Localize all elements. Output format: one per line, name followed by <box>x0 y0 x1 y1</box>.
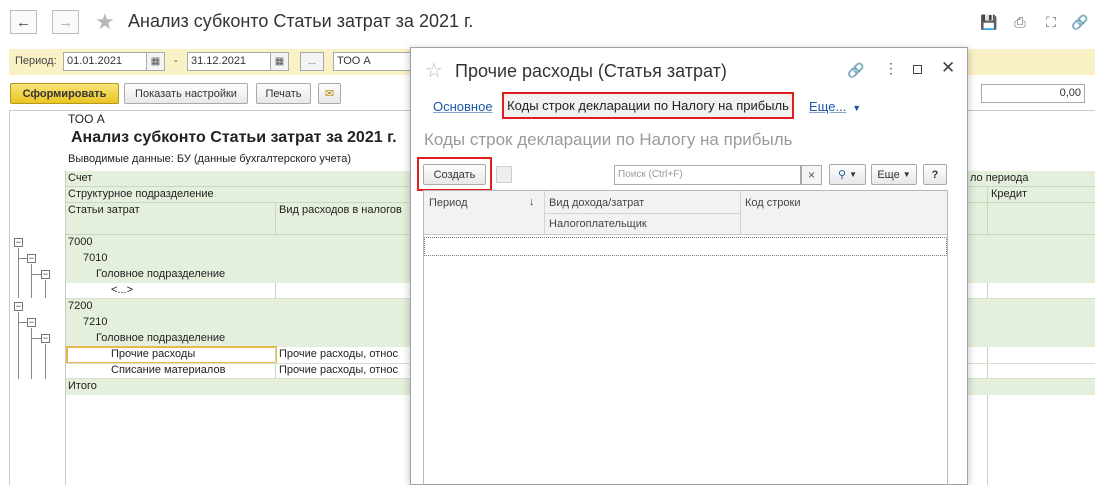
tree-line <box>31 338 41 339</box>
date-to-field[interactable]: 31.12.2021 <box>187 52 271 71</box>
dialog-title: Прочие расходы (Статья затрат) <box>455 61 727 81</box>
period-dash: - <box>174 55 178 67</box>
tab-more-label: Еще... <box>809 99 847 114</box>
tree-line <box>31 264 32 298</box>
collapse-7200-icon[interactable]: − <box>14 302 23 311</box>
create-button[interactable]: Создать <box>423 164 486 185</box>
more-vertical-icon[interactable]: ⋮ <box>884 60 898 77</box>
report-org: ТОО А <box>68 112 105 126</box>
chevron-down-icon: ▼ <box>852 103 862 113</box>
star-icon[interactable]: ☆ <box>425 58 443 83</box>
save-icon[interactable]: 💾 <box>980 13 998 31</box>
tree-line <box>45 280 46 298</box>
organization-field[interactable]: ТОО А <box>333 52 413 71</box>
row-placeholder-label: <...> <box>111 284 134 296</box>
send-email-button[interactable]: ✉ <box>318 83 341 104</box>
cell-separator <box>275 283 276 299</box>
row-other-expenses-type: Прочие расходы, относ <box>279 348 398 360</box>
tree-line <box>31 328 32 379</box>
cost-item-dialog: ☆ Прочие расходы (Статья затрат) 🔗 ⋮ ✕ О… <box>410 47 968 485</box>
search-icon: ⚲ <box>838 169 847 181</box>
collapse-7010-icon[interactable]: − <box>27 254 36 263</box>
page-title: Анализ субконто Статьи затрат за 2021 г. <box>128 11 474 31</box>
more-button-label: Еще <box>877 168 900 181</box>
collapse-7000-icon[interactable]: − <box>14 238 23 247</box>
column-line-code[interactable]: Код строки <box>745 197 801 209</box>
forward-arrow-icon: → <box>58 13 73 31</box>
row-total-label: Итого <box>68 380 97 392</box>
row-head1-label: Головное подразделение <box>96 268 226 280</box>
table-header: Период ↓ Вид дохода/затрат Налогоплатель… <box>424 191 947 235</box>
print-button[interactable]: Печать <box>256 83 311 104</box>
section-title: Коды строк декларации по Налогу на прибы… <box>424 130 793 149</box>
tree-line <box>18 248 19 298</box>
collapse-head1-icon[interactable]: − <box>41 270 50 279</box>
date-from-calendar-button[interactable]: ▦ <box>146 52 165 71</box>
column-period[interactable]: Период <box>429 197 468 209</box>
header-credit: Кредит <box>991 188 1028 200</box>
back-arrow-icon: ← <box>16 13 31 31</box>
header-expense-type: Вид расходов в налогов <box>279 204 402 216</box>
period-select-button[interactable]: ... <box>300 52 324 71</box>
back-button[interactable]: ← <box>10 10 37 34</box>
more-button[interactable]: Еще ▼ <box>871 164 917 185</box>
tree-line <box>31 274 41 275</box>
maximize-icon[interactable] <box>913 65 922 74</box>
row-7210-label: 7210 <box>83 316 108 328</box>
link-icon[interactable]: 🔗 <box>1071 13 1089 31</box>
tree-line <box>18 258 27 259</box>
row-write-off-label: Списание материалов <box>111 364 226 376</box>
column-taxpayer[interactable]: Налогоплательщик <box>549 218 647 230</box>
row-7010-label: 7010 <box>83 252 108 264</box>
period-label: Период: <box>15 55 57 67</box>
envelope-icon: ✉ <box>324 88 335 100</box>
header-start-period: ло периода <box>970 172 1029 184</box>
row-7000-label: 7000 <box>68 236 93 248</box>
favorite-star-icon[interactable]: ★ <box>95 9 115 35</box>
header-separator <box>275 203 276 235</box>
chevron-down-icon: ▼ <box>849 170 857 179</box>
column-separator <box>740 191 741 235</box>
clear-search-button[interactable]: × <box>801 165 822 185</box>
help-button[interactable]: ? <box>923 164 947 185</box>
date-to-calendar-button[interactable]: ▦ <box>270 52 289 71</box>
generate-button[interactable]: Сформировать <box>10 83 119 104</box>
tab-more[interactable]: Еще... ▼ <box>809 99 861 114</box>
amount-field[interactable]: 0,00 <box>981 84 1085 103</box>
tree-line <box>18 322 27 323</box>
calendar-icon: ▦ <box>274 56 285 67</box>
tree-line <box>45 344 46 379</box>
show-settings-button[interactable]: Показать настройки <box>124 83 248 104</box>
tab-tax-declaration-codes[interactable]: Коды строк декларации по Налогу на прибы… <box>502 92 794 119</box>
print-icon[interactable]: ⎙ <box>1011 13 1029 31</box>
report-title: Анализ субконто Статьи затрат за 2021 г. <box>71 129 397 146</box>
search-input[interactable]: Поиск (Ctrl+F) <box>614 165 801 185</box>
close-icon[interactable]: ✕ <box>941 58 955 78</box>
declaration-codes-table: Период ↓ Вид дохода/затрат Налогоплатель… <box>423 190 948 485</box>
collapse-7210-icon[interactable]: − <box>27 318 36 327</box>
row-other-expenses-label: Прочие расходы <box>111 348 196 360</box>
link-icon[interactable]: 🔗 <box>847 62 864 79</box>
forward-button[interactable]: → <box>52 10 79 34</box>
preview-icon[interactable]: ⛶ <box>1042 13 1060 31</box>
header-division: Структурное подразделение <box>68 188 214 200</box>
header-cost-items: Статьи затрат <box>68 204 140 216</box>
column-income-type[interactable]: Вид дохода/затрат <box>549 197 644 209</box>
row-7200-label: 7200 <box>68 300 93 312</box>
subheader-divider <box>545 213 740 214</box>
chevron-down-icon: ▼ <box>902 170 911 179</box>
date-from-field[interactable]: 01.01.2021 <box>63 52 147 71</box>
collapse-head2-icon[interactable]: − <box>41 334 50 343</box>
row-write-off-type: Прочие расходы, относ <box>279 364 398 376</box>
copy-icon[interactable] <box>496 166 512 183</box>
empty-table-row[interactable] <box>424 237 947 256</box>
tab-main[interactable]: Основное <box>433 99 493 114</box>
row-head2-label: Головное подразделение <box>96 332 226 344</box>
header-account: Счет <box>68 172 93 184</box>
search-button[interactable]: ⚲ ▼ <box>829 164 866 185</box>
calendar-icon: ▦ <box>150 56 161 67</box>
sort-arrow-icon[interactable]: ↓ <box>529 196 535 208</box>
report-output-data: Выводимые данные: БУ (данные бухгалтерск… <box>68 153 351 165</box>
